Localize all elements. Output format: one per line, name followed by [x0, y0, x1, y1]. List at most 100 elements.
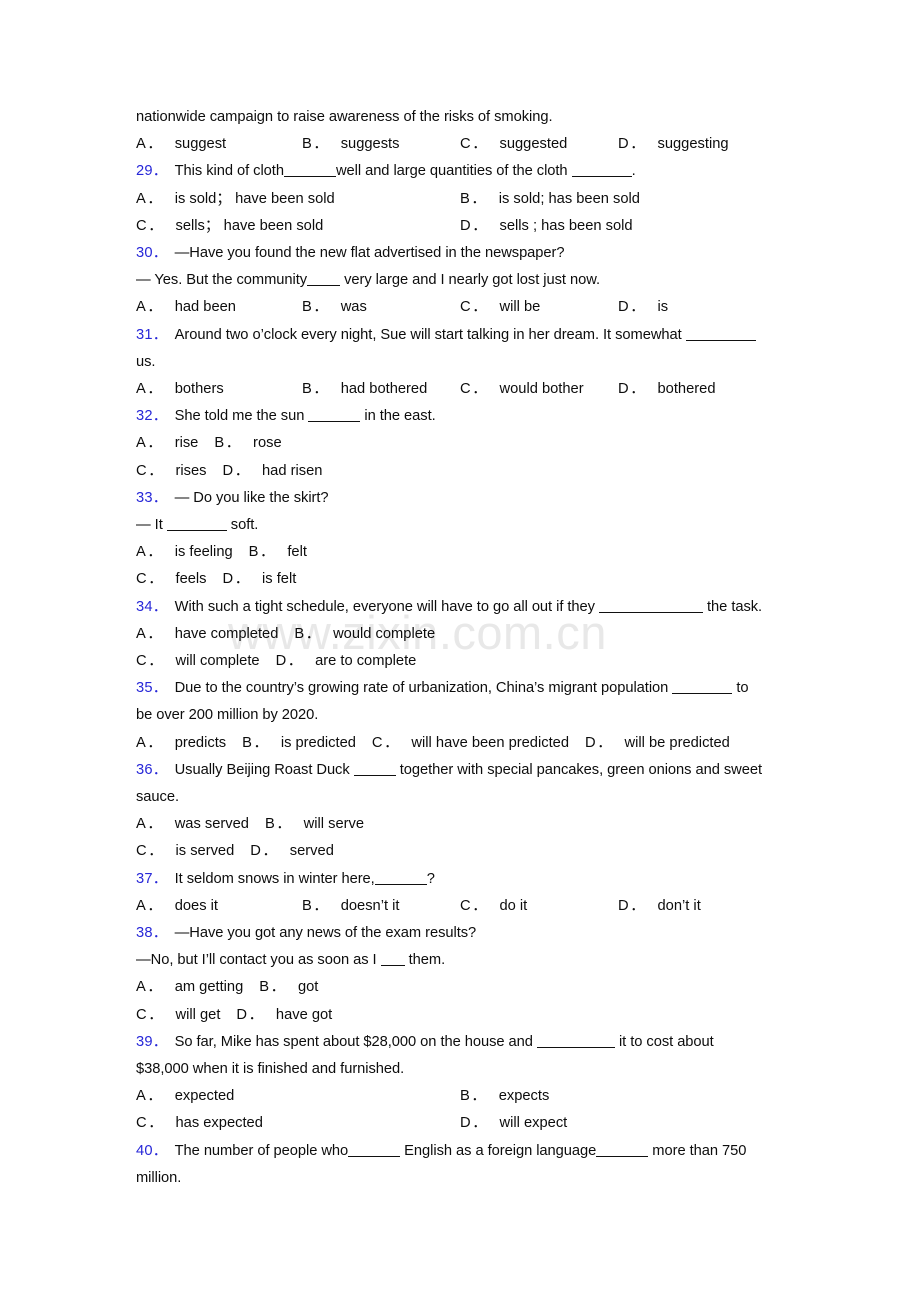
option-a[interactable]: A． expected [136, 1083, 234, 1110]
question-40-stem-line-1: 40． The number of people who English as a… [136, 1138, 784, 1165]
option-c[interactable]: C． has expected [136, 1110, 263, 1137]
question-32-number: 32． [136, 408, 168, 425]
question-40-blank-1[interactable] [348, 1142, 401, 1157]
option-a[interactable]: A． bothers [136, 376, 224, 403]
option-c-text[interactable]: will complete [176, 653, 260, 669]
option-d-text[interactable]: served [290, 843, 334, 859]
option-d-text[interactable]: had risen [262, 463, 322, 479]
question-31-stem-text: Around two o’clock every night, Sue will… [174, 326, 686, 343]
question-30-blank[interactable] [307, 272, 341, 287]
option-b[interactable]: B． had bothered [302, 376, 427, 403]
option-c[interactable]: C． do it [460, 893, 527, 920]
question-33-blank[interactable] [166, 516, 227, 531]
option-a[interactable]: A． had been [136, 294, 236, 321]
option-d-label: D． [236, 1006, 265, 1023]
option-a-label: A． [136, 897, 164, 914]
question-29-blank-1[interactable] [283, 163, 336, 178]
question-33-number: 33． [136, 489, 168, 506]
question-39-stem-tail: it to cost about [614, 1033, 714, 1050]
option-a-label: A． [136, 816, 164, 833]
option-a[interactable]: A． is sold； have been sold [136, 186, 335, 213]
option-d-label: D． [618, 897, 647, 914]
question-38-number: 38． [136, 925, 168, 941]
option-d[interactable]: D． don’t it [618, 893, 701, 920]
option-d-text[interactable]: have got [276, 1007, 332, 1023]
option-b-text[interactable]: got [298, 979, 318, 995]
option-b[interactable]: B． doesn’t it [302, 893, 399, 920]
option-a-text[interactable]: have completed [175, 626, 279, 642]
option-d[interactable]: D． will expect [460, 1110, 567, 1137]
option-b-text[interactable]: would complete [333, 626, 435, 642]
option-a-text[interactable]: was served [175, 816, 249, 832]
option-b-text[interactable]: is predicted [281, 735, 356, 751]
question-40-stem-tail: more than 750 [648, 1142, 747, 1159]
option-d-text[interactable]: will be predicted [625, 735, 730, 751]
question-29-blank-2[interactable] [571, 163, 632, 178]
question-37-stem-pre: It seldom snows in winter here, [174, 870, 375, 887]
option-c-text: suggested [499, 136, 568, 153]
option-c-text[interactable]: will have been predicted [411, 735, 569, 751]
option-c[interactable]: C． will be [460, 294, 540, 321]
question-31-blank[interactable] [685, 326, 756, 341]
option-b-text[interactable]: will serve [304, 816, 364, 832]
option-c-text[interactable]: is served [176, 843, 235, 859]
option-b-text[interactable]: felt [287, 544, 307, 560]
question-34-blank[interactable] [598, 598, 703, 613]
option-c[interactable]: C． would bother [460, 376, 584, 403]
option-c-label: C． [460, 897, 489, 914]
option-b-text[interactable]: rose [253, 435, 282, 451]
question-37-number: 37． [136, 870, 168, 887]
option-c-label: C． [136, 217, 165, 234]
question-32-blank[interactable] [308, 408, 361, 423]
option-a[interactable]: A． suggest [136, 131, 226, 158]
option-c-text[interactable]: feels [176, 571, 207, 587]
option-b[interactable]: B． was [302, 294, 367, 321]
option-d[interactable]: D． suggesting [618, 131, 729, 158]
question-38-blank[interactable] [380, 952, 405, 967]
option-d-text[interactable]: is felt [262, 571, 296, 587]
question-36-blank[interactable] [353, 761, 396, 776]
question-40-blank-2[interactable] [596, 1142, 649, 1157]
option-d[interactable]: D． is [618, 294, 668, 321]
question-39-number: 39． [136, 1033, 168, 1050]
option-a-text[interactable]: predicts [175, 735, 226, 751]
question-37-blank[interactable] [374, 870, 427, 885]
question-29-stem-mid: well and large quantities of the cloth [335, 163, 572, 180]
option-b-text: was [340, 299, 367, 316]
question-36-option-row-2: C． is served D． served [136, 838, 784, 865]
option-a-text: does it [174, 897, 218, 914]
option-a-text[interactable]: rise [175, 435, 199, 451]
question-40-stem-pre: The number of people who [174, 1142, 349, 1159]
option-c-text[interactable]: will get [176, 1007, 221, 1023]
option-c[interactable]: C． sells； have been sold [136, 213, 323, 240]
option-a[interactable]: A． does it [136, 893, 218, 920]
option-d-text: is [657, 299, 669, 316]
option-d-label: D． [250, 843, 279, 860]
option-b[interactable]: B． expects [460, 1083, 549, 1110]
option-a-label: A． [136, 435, 164, 452]
question-35-number: 35． [136, 680, 168, 697]
question-30-stem-line-2: — Yes. But the community very large and … [136, 267, 784, 294]
option-d[interactable]: D． bothered [618, 376, 715, 403]
option-c-text[interactable]: rises [176, 463, 207, 479]
question-33-option-row-1: A． is feeling B． felt [136, 539, 784, 566]
question-30-option-row: A． had been B． was C． will be D． is [136, 294, 784, 321]
option-c[interactable]: C． suggested [460, 131, 567, 158]
option-c-label: C． [460, 380, 489, 397]
option-a-text[interactable]: is feeling [175, 544, 233, 560]
option-a-text[interactable]: am getting [175, 979, 244, 995]
question-35-blank[interactable] [672, 680, 733, 695]
option-d-text[interactable]: are to complete [315, 653, 416, 669]
question-32-stem-pre: She told me the sun [174, 408, 309, 425]
question-36-number: 36． [136, 761, 168, 778]
question-39-blank[interactable] [536, 1033, 615, 1048]
option-b[interactable]: B． is sold; has been sold [460, 186, 640, 213]
option-d-text: suggesting [657, 136, 729, 153]
option-b-text: had bothered [340, 380, 428, 397]
option-d[interactable]: D． sells ; has been sold [460, 213, 633, 240]
option-b[interactable]: B． suggests [302, 131, 399, 158]
option-a-label: A． [136, 299, 164, 316]
question-38-stem-line-2: —No, but I’ll contact you as soon as I t… [136, 947, 784, 974]
question-38-stem-post: them. [404, 952, 446, 969]
question-31-stem-line-2: us. [136, 353, 156, 370]
